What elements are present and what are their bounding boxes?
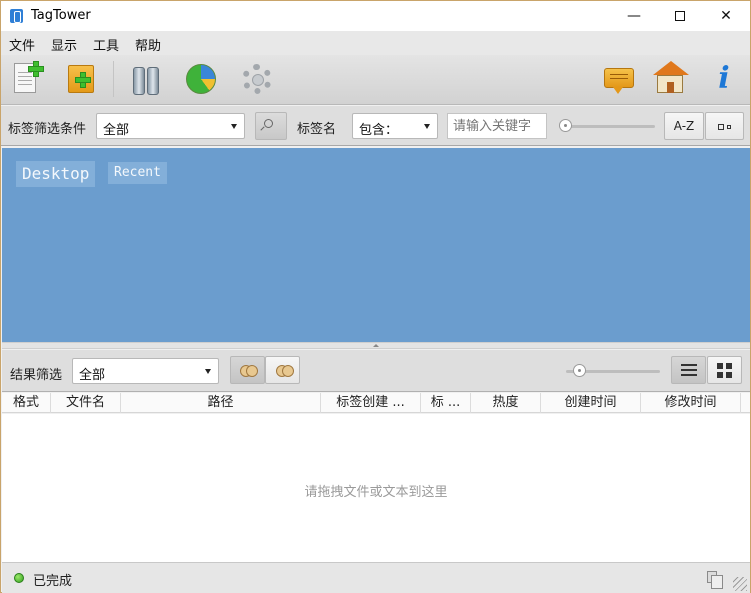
resize-grip-icon[interactable] [733, 577, 747, 591]
drop-files-hint: 请拖拽文件或文本到这里 [304, 485, 448, 500]
settings-button[interactable] [239, 61, 275, 99]
toolbar-separator [113, 61, 114, 97]
match-all-toggle[interactable] [230, 356, 265, 384]
results-table-body[interactable]: 请拖拽文件或文本到这里 [2, 414, 750, 562]
status-bar: 已完成 [2, 562, 750, 593]
home-button[interactable] [653, 61, 689, 99]
union-rings-icon [276, 365, 294, 377]
copy-icon[interactable] [707, 571, 723, 589]
tag-recent[interactable]: Recent [108, 162, 167, 184]
new-document-button[interactable] [10, 61, 46, 99]
result-filter-label: 结果筛选 [10, 368, 63, 383]
menu-tools[interactable]: 工具 [93, 35, 119, 54]
column-created-time[interactable]: 创建时间 [541, 393, 641, 413]
column-heat[interactable]: 热度 [471, 393, 541, 413]
large-square-icon [718, 123, 724, 130]
title-bar: TagTower — ✕ [1, 1, 750, 31]
about-button[interactable]: i [704, 61, 740, 99]
column-tags[interactable]: 标 ... [421, 393, 471, 413]
column-filename[interactable]: 文件名 [51, 393, 121, 413]
tag-size-slider[interactable] [561, 125, 655, 128]
toolbar: i [1, 55, 750, 105]
menu-file[interactable]: 文件 [9, 35, 35, 54]
tag-filter-label: 标签筛选条件 [8, 122, 87, 137]
grid-view-button[interactable] [707, 356, 742, 384]
keyword-input[interactable] [447, 113, 547, 139]
minimize-button[interactable]: — [611, 1, 657, 31]
match-mode-value: 包含： [359, 123, 399, 138]
match-any-toggle[interactable] [265, 356, 300, 384]
maximize-button[interactable] [657, 1, 703, 31]
column-modified-time[interactable]: 修改时间 [641, 393, 741, 413]
column-format[interactable]: 格式 [2, 393, 51, 413]
pane-splitter[interactable] [2, 342, 750, 349]
pie-chart-icon [186, 64, 216, 94]
menu-help[interactable]: 帮助 [135, 35, 161, 54]
tag-filter-value: 全部 [103, 123, 130, 138]
magnifier-icon [264, 119, 273, 128]
feedback-button[interactable] [602, 61, 638, 99]
status-ok-icon [14, 573, 24, 583]
tag-name-label: 标签名 [297, 122, 337, 137]
tag-size-slider-thumb[interactable] [559, 119, 572, 132]
tag-cloud-area[interactable]: Desktop Recent [2, 148, 750, 342]
new-folder-button[interactable] [65, 61, 101, 99]
tag-search-button[interactable] [255, 112, 287, 140]
statistics-button[interactable] [183, 61, 219, 99]
info-icon: i [718, 61, 730, 96]
tag-view-toggle-button[interactable] [705, 112, 744, 140]
app-window: TagTower — ✕ 文件 显示 工具 帮助 i 标签筛选条件 全部 标签名… [0, 0, 751, 593]
result-filter-dropdown[interactable]: 全部 [72, 358, 219, 384]
result-filter-value: 全部 [79, 368, 106, 383]
home-icon [653, 61, 689, 93]
results-table-header: 格式 文件名 路径 标签创建 ... 标 ... 热度 创建时间 修改时间 [2, 393, 750, 413]
plus-icon [75, 72, 91, 88]
maximize-icon [675, 11, 685, 21]
settings-gear-icon [242, 64, 272, 94]
match-mode-dropdown[interactable]: 包含： [352, 113, 438, 139]
intersect-rings-icon [240, 365, 258, 377]
chevron-down-icon [231, 124, 237, 129]
app-logo-icon [10, 9, 23, 23]
tag-filter-bar: 标签筛选条件 全部 标签名 包含： A-Z [1, 106, 750, 146]
chevron-down-icon [424, 124, 430, 129]
splitter-grip-icon [373, 344, 379, 347]
result-filter-bar: 结果筛选 全部 [2, 350, 750, 392]
search-files-button[interactable] [127, 61, 163, 99]
column-tag-created[interactable]: 标签创建 ... [321, 393, 421, 413]
tag-filter-dropdown[interactable]: 全部 [96, 113, 245, 139]
tag-desktop[interactable]: Desktop [16, 161, 96, 187]
window-title: TagTower [31, 8, 91, 23]
list-view-icon [681, 364, 697, 377]
menu-view[interactable]: 显示 [51, 35, 77, 54]
small-square-icon [727, 124, 731, 129]
result-size-slider-thumb[interactable] [573, 364, 586, 377]
close-button[interactable]: ✕ [703, 1, 749, 31]
menu-bar: 文件 显示 工具 帮助 [1, 31, 750, 55]
chevron-down-icon [205, 369, 211, 374]
grid-view-icon [717, 363, 732, 378]
plus-icon [28, 61, 44, 77]
column-path[interactable]: 路径 [121, 393, 321, 413]
status-text: 已完成 [33, 574, 73, 589]
sort-az-button[interactable]: A-Z [664, 112, 704, 140]
list-view-button[interactable] [671, 356, 706, 384]
speech-bubble-icon [604, 68, 634, 94]
binoculars-icon [133, 65, 159, 95]
